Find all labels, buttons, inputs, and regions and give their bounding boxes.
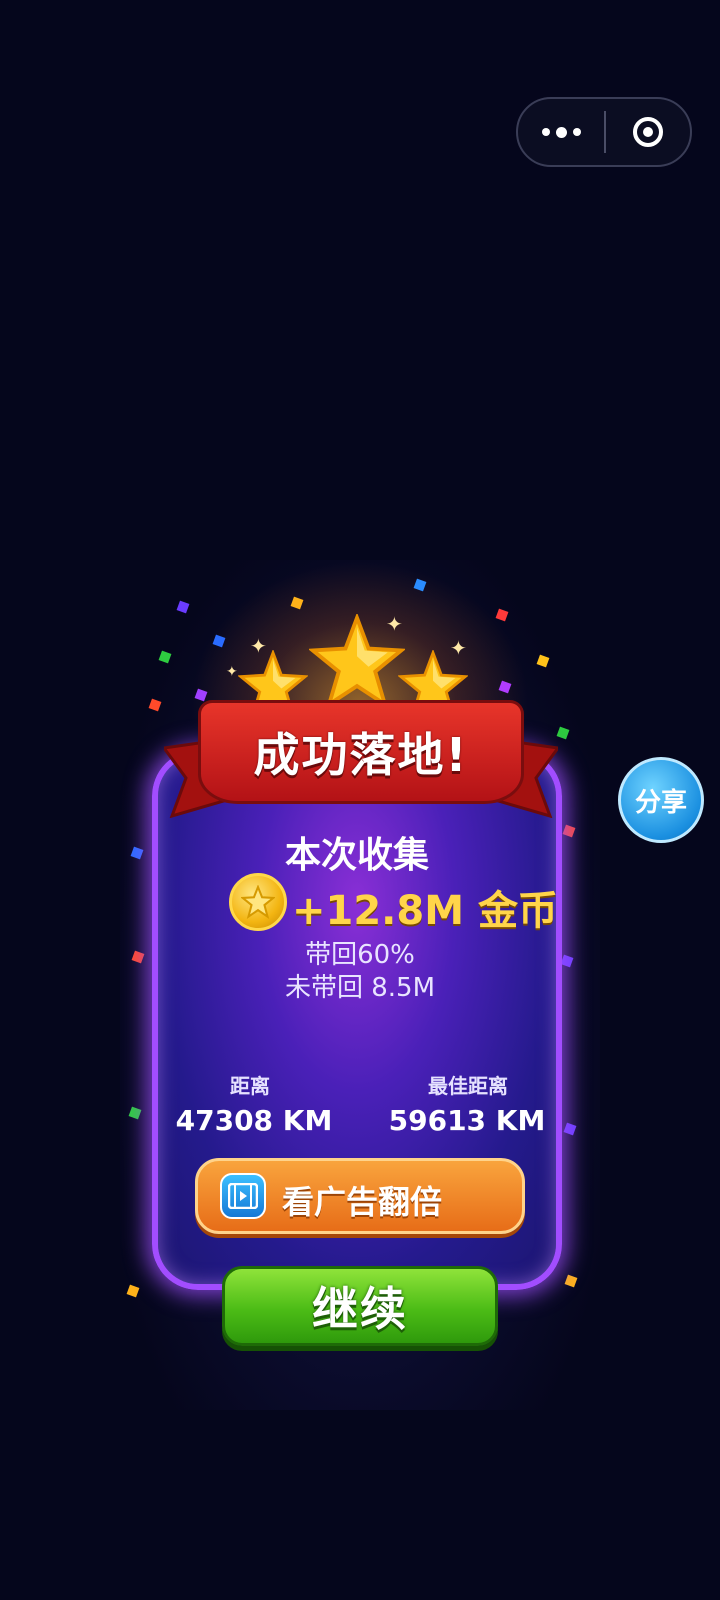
sparkle-icon: ✦ bbox=[386, 612, 403, 636]
distance-label: 距离 bbox=[230, 1074, 270, 1098]
brought-back-text: 带回60% bbox=[305, 940, 415, 970]
more-dots-icon[interactable] bbox=[518, 99, 604, 165]
best-distance-label: 最佳距离 bbox=[428, 1074, 508, 1098]
continue-label: 继续 bbox=[312, 1282, 408, 1336]
continue-button[interactable]: 继续 bbox=[222, 1266, 498, 1346]
title-ribbon: 成功落地! bbox=[198, 700, 524, 804]
target-close-icon[interactable] bbox=[606, 99, 690, 165]
collect-title: 本次收集 bbox=[284, 835, 429, 876]
video-icon bbox=[220, 1173, 266, 1219]
sparkle-icon: ✦ bbox=[450, 636, 467, 660]
watch-ad-double-button[interactable]: 看广告翻倍 bbox=[195, 1158, 525, 1234]
coin-icon bbox=[229, 873, 287, 931]
sparkle-icon: ✦ bbox=[226, 664, 238, 680]
sparkle-icon: ✦ bbox=[250, 634, 267, 658]
share-button[interactable]: 分享 bbox=[618, 757, 704, 843]
gold-amount: +12.8M 金币 bbox=[292, 888, 558, 934]
distance-value: 47308 KM bbox=[175, 1104, 333, 1137]
share-label: 分享 bbox=[634, 787, 687, 818]
watch-ad-label: 看广告翻倍 bbox=[282, 1183, 443, 1221]
best-distance-value: 59613 KM bbox=[388, 1104, 546, 1137]
miniprogram-capsule bbox=[516, 97, 692, 167]
not-brought-back-text: 未带回 8.5M bbox=[284, 973, 436, 1003]
banner-title: 成功落地! bbox=[253, 728, 469, 782]
